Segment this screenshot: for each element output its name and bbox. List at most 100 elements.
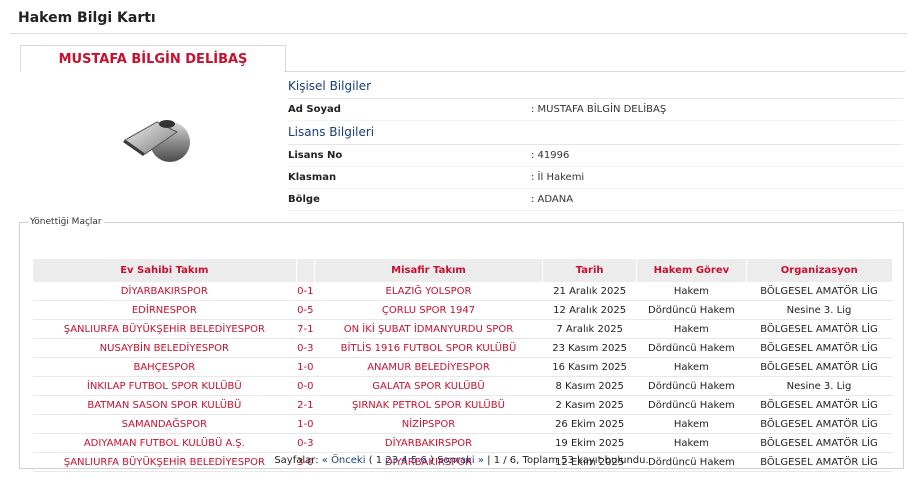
score: 0-5 (296, 300, 315, 320)
organization: Nesine 3. Lig (746, 376, 892, 396)
name-value: : MUSTAFA BİLGİN DELİBAŞ (531, 104, 667, 115)
organization: BÖLGESEL AMATÖR LİG (746, 433, 892, 453)
match-date: 19 Ekim 2025 (542, 433, 637, 453)
away-team-link[interactable]: BİTLİS 1916 FUTBOL SPOR KULÜBÜ (314, 338, 543, 358)
score: 0-3 (296, 433, 315, 453)
region-row: Bölge : ADANA (288, 189, 903, 211)
away-team-link[interactable]: ANAMUR BELEDİYESPOR (314, 357, 543, 377)
score: 7-1 (296, 319, 315, 339)
organization: BÖLGESEL AMATÖR LİG (746, 338, 892, 358)
header-role: Hakem Görev (636, 259, 746, 282)
header-away: Misafir Takım (313, 259, 543, 282)
table-row: EDİRNESPOR 0-5 ÇORLU SPOR 1947 12 Aralık 20… (32, 300, 892, 320)
name-label: Ad Soyad (288, 104, 341, 115)
referee-role: Hakem (636, 357, 746, 377)
header-org: Organizasyon (745, 259, 892, 282)
referee-role: Hakem (636, 414, 746, 434)
away-team-link[interactable]: ÇORLU SPOR 1947 (314, 300, 543, 320)
pager-summary: | 1 / 6, Toplam 53 kayıt bulundu. (487, 455, 649, 466)
referee-role: Hakem (636, 433, 746, 453)
name-row: Ad Soyad : MUSTAFA BİLGİN DELİBAŞ (288, 99, 903, 121)
home-team-link[interactable]: BATMAN SASON SPOR KULÜBÜ (32, 395, 297, 415)
referee-role: Dördüncü Hakem (636, 300, 746, 320)
away-team-link[interactable]: DİYARBAKIRSPOR (314, 433, 543, 453)
table-row: İNKILAP FUTBOL SPOR KULÜBÜ 0-0 GALATA SPOR… (32, 376, 892, 396)
table-row: ADIYAMAN FUTBOL KULÜBÜ A.Ş. 0-3 DİYARBAKIR… (32, 433, 892, 453)
home-team-link[interactable]: ŞANLIURFA BÜYÜKŞEHİR BELEDİYESPOR (32, 319, 297, 339)
table-header-row: Ev Sahibi Takım Misafir Takım Tarih Hake… (32, 259, 892, 282)
title-divider (10, 33, 907, 34)
page-title: Hakem Bilgi Kartı (18, 10, 156, 26)
table-row: NUSAYBİN BELEDİYESPOR 0-3 BİTLİS 1916 FUTB… (32, 338, 892, 358)
match-date: 21 Aralık 2025 (542, 282, 637, 301)
away-team-link[interactable]: ON İKİ ŞUBAT İDMANYURDU SPOR (314, 319, 543, 339)
home-team-link[interactable]: İNKILAP FUTBOL SPOR KULÜBÜ (32, 376, 297, 396)
header-score (295, 259, 315, 282)
match-date: 12 Aralık 2025 (542, 300, 637, 320)
header-date: Tarih (541, 259, 637, 282)
match-date: 7 Aralık 2025 (542, 319, 637, 339)
referee-role: Hakem (636, 282, 746, 301)
class-label: Klasman (288, 172, 337, 183)
pager-page-link[interactable]: 5 (411, 455, 417, 466)
referee-role: Hakem (636, 319, 746, 339)
license-no-value: : 41996 (531, 150, 570, 161)
organization: BÖLGESEL AMATÖR LİG (746, 319, 892, 339)
pager-label: Sayfalar: (274, 455, 319, 466)
score: 0-0 (296, 376, 315, 396)
personal-info-title: Kişisel Bilgiler (288, 75, 903, 99)
organization: BÖLGESEL AMATÖR LİG (746, 357, 892, 377)
match-date: 26 Ekim 2025 (542, 414, 637, 434)
match-date: 8 Kasım 2025 (542, 376, 637, 396)
score: 0-3 (296, 338, 315, 358)
table-row: SAMANDAĞSPOR 1-0 NİZİPSPOR 26 Ekim 2025 Hake… (32, 414, 892, 434)
home-team-link[interactable]: SAMANDAĞSPOR (32, 414, 297, 434)
match-date: 16 Kasım 2025 (542, 357, 637, 377)
license-no-label: Lisans No (288, 150, 343, 161)
pager-next-link[interactable]: Sonraki » (437, 455, 484, 466)
class-row: Klasman : İl Hakemi (288, 167, 903, 189)
pager-prev-link[interactable]: « Önceki (322, 455, 366, 466)
referee-role: Dördüncü Hakem (636, 395, 746, 415)
pager-page-link[interactable]: 4 (401, 455, 407, 466)
table-row: ŞANLIURFA BÜYÜKŞEHİR BELEDİYESPOR 7-1 ON İ… (32, 319, 892, 339)
header-home: Ev Sahibi Takım (32, 259, 297, 282)
home-team-link[interactable]: NUSAYBİN BELEDİYESPOR (32, 338, 297, 358)
pager-close-paren: ) (429, 455, 434, 466)
home-team-link[interactable]: BAHÇESPOR (32, 357, 297, 377)
referee-card: MUSTAFA BİLGİN DELİBAŞ Kişisel Bilgiler (20, 45, 905, 211)
class-value: : İl Hakemi (531, 172, 585, 183)
organization: BÖLGESEL AMATÖR LİG (746, 395, 892, 415)
table-row: BATMAN SASON SPOR KULÜBÜ 2-1 ŞIRNAK PETROL… (32, 395, 892, 415)
table-row: BAHÇESPOR 1-0 ANAMUR BELEDİYESPOR 16 Kasım … (32, 357, 892, 377)
card-divider (284, 71, 905, 72)
away-team-link[interactable]: ŞIRNAK PETROL SPOR KULÜBÜ (314, 395, 543, 415)
table-row: DİYARBAKIRSPOR 0-1 ELAZIĞ YOLSPOR 21 Aralık… (32, 282, 892, 301)
pager-page-link[interactable]: 6 (420, 455, 426, 466)
home-team-link[interactable]: DİYARBAKIRSPOR (32, 282, 297, 301)
referee-info: Kişisel Bilgiler Ad Soyad : MUSTAFA BİLG… (288, 75, 903, 211)
license-info-title: Lisans Bilgileri (288, 121, 903, 145)
away-team-link[interactable]: GALATA SPOR KULÜBÜ (314, 376, 543, 396)
referee-role: Dördüncü Hakem (636, 376, 746, 396)
region-label: Bölge (288, 194, 320, 205)
whistle-icon (115, 110, 195, 170)
away-team-link[interactable]: ELAZIĞ YOLSPOR (314, 282, 543, 301)
away-team-link[interactable]: NİZİPSPOR (314, 414, 543, 434)
matches-legend: Yönettiği Maçlar (30, 217, 102, 227)
score: 1-0 (296, 357, 315, 377)
referee-name-tab: MUSTAFA BİLGİN DELİBAŞ (20, 45, 286, 72)
pager-page-link[interactable]: 3 (392, 455, 398, 466)
home-team-link[interactable]: ADIYAMAN FUTBOL KULÜBÜ A.Ş. (32, 433, 297, 453)
pagination: Sayfalar: « Önceki ( 1 23 4 5 6 ) Sonrak… (20, 455, 903, 466)
organization: BÖLGESEL AMATÖR LİG (746, 414, 892, 434)
pager-current-page: 1 (375, 455, 383, 466)
home-team-link[interactable]: EDİRNESPOR (32, 300, 297, 320)
organization: Nesine 3. Lig (746, 300, 892, 320)
pager-open-paren: ( (368, 455, 373, 466)
referee-role: Dördüncü Hakem (636, 338, 746, 358)
score: 2-1 (296, 395, 315, 415)
region-value: : ADANA (531, 194, 574, 205)
match-date: 2 Kasım 2025 (542, 395, 637, 415)
matches-fieldset: Yönettiği Maçlar Ev Sahibi Takım Misafir… (19, 217, 904, 472)
